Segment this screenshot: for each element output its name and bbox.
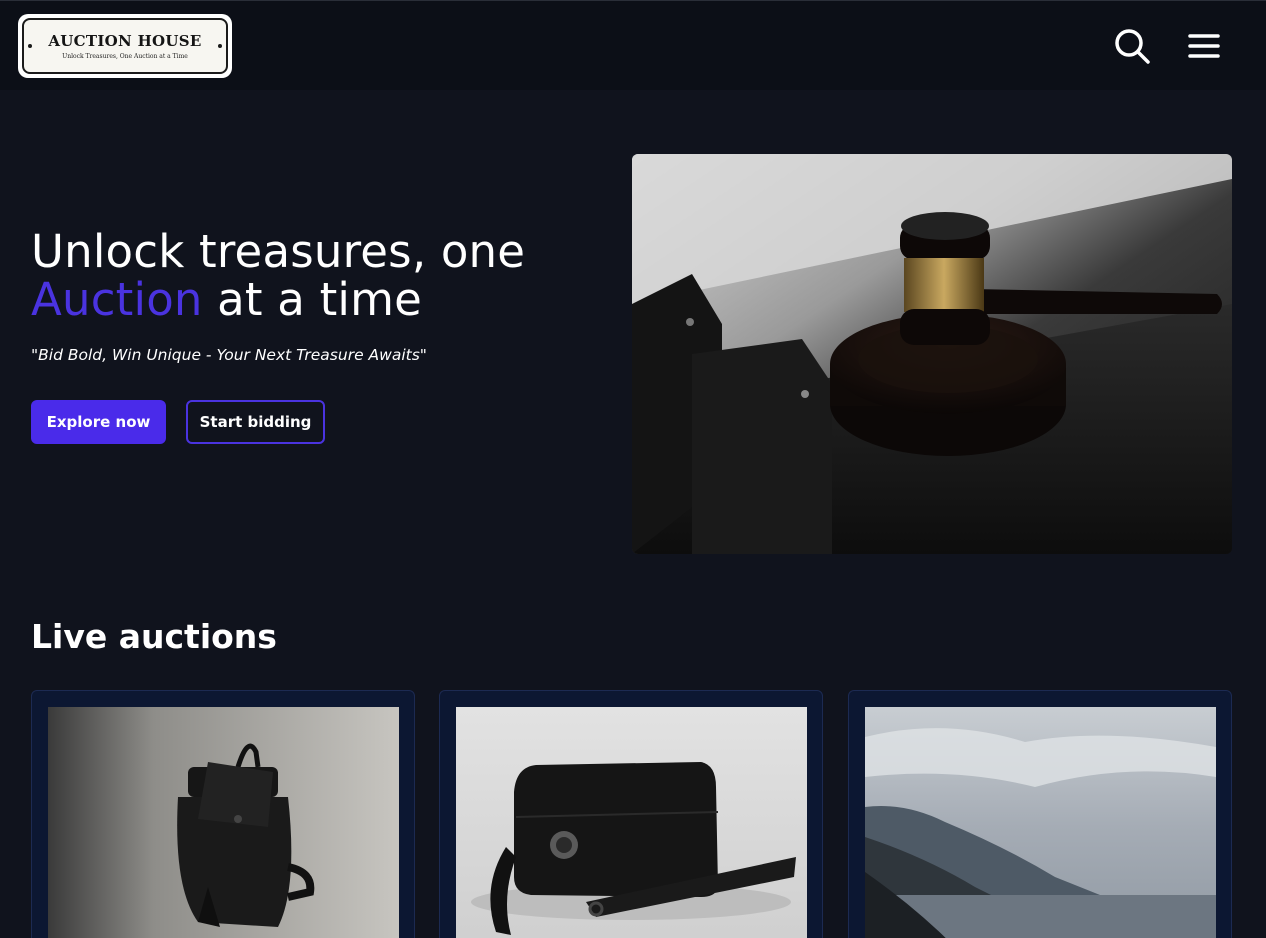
search-button[interactable] (1112, 25, 1152, 65)
auction-card[interactable] (439, 690, 823, 938)
explore-now-button[interactable]: Explore now (31, 400, 166, 444)
black-backpack-photo (48, 707, 399, 938)
black-clutch-bag-photo (456, 707, 807, 938)
hamburger-menu-icon (1188, 34, 1220, 58)
hero-subtitle: "Bid Bold, Win Unique - Your Next Treasu… (31, 346, 427, 364)
hero-title-rest: at a time (202, 273, 423, 326)
logo-frame: AUCTION HOUSE Unlock Treasures, One Auct… (22, 18, 228, 74)
coastal-mountains-photo (865, 707, 1216, 938)
menu-button[interactable] (1184, 27, 1224, 65)
logo-tagline: Unlock Treasures, One Auction at a Time (62, 53, 188, 60)
site-header: AUCTION HOUSE Unlock Treasures, One Auct… (0, 0, 1266, 90)
auction-card[interactable] (31, 690, 415, 938)
hero-title-line1: Unlock treasures, one (31, 225, 526, 278)
auction-card[interactable] (848, 690, 1232, 938)
start-bidding-button[interactable]: Start bidding (186, 400, 325, 444)
live-auctions-title: Live auctions (31, 617, 277, 656)
hero-title-accent: Auction (31, 273, 203, 326)
auction-house-logo[interactable]: AUCTION HOUSE Unlock Treasures, One Auct… (18, 14, 232, 78)
search-icon (1115, 29, 1150, 64)
logo-title: AUCTION HOUSE (48, 32, 202, 50)
hero-title: Unlock treasures, one Auction at a time (31, 228, 611, 324)
gavel-photo (632, 154, 1232, 554)
